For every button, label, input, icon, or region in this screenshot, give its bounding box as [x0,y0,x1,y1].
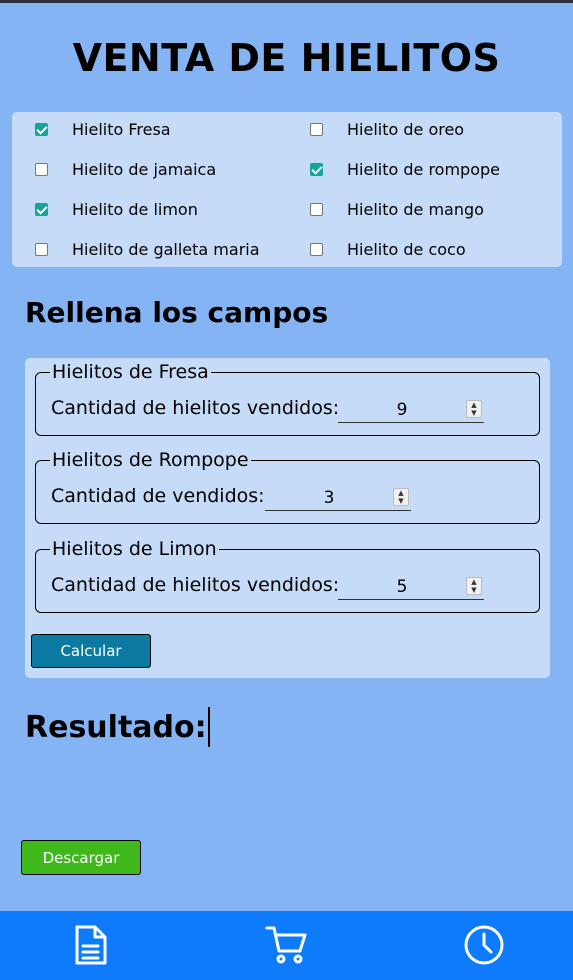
spinner-arrows-icon[interactable]: ▲ ▼ [466,400,482,418]
spinner-arrows-icon[interactable]: ▲ ▼ [466,577,482,595]
flavor-option-fresa[interactable]: Hielito Fresa [35,119,171,139]
flavor-option-galleta-maria[interactable]: Hielito de galleta maria [35,239,260,259]
checkbox[interactable] [35,162,48,176]
clock-icon[interactable] [462,923,506,967]
flavor-label: Hielito de galleta maria [72,239,260,259]
document-icon[interactable] [68,923,112,967]
checkbox[interactable] [35,242,48,256]
flavor-option-mango[interactable]: Hielito de mango [310,199,484,219]
form-section-title: Rellena los campos [25,296,329,329]
bottom-navigation [0,911,573,980]
window-top-border [0,0,573,3]
checkbox[interactable] [310,162,323,176]
quantity-value: 9 [396,400,408,420]
quantity-label: Cantidad de hielitos vendidos: [51,574,340,596]
text-caret [207,707,210,747]
download-button[interactable]: Descargar [21,840,141,875]
quantity-input-fresa[interactable]: 9 ▲ ▼ [338,397,484,423]
result-label: Resultado: [25,709,207,745]
quantity-label: Cantidad de hielitos vendidos: [51,397,340,419]
page-title: VENTA DE HIELITOS [72,36,501,80]
flavor-option-coco[interactable]: Hielito de coco [310,239,466,259]
flavor-label: Hielito de rompope [347,159,500,179]
quantity-input-limon[interactable]: 5 ▲ ▼ [338,574,484,600]
fieldset-legend: Hielitos de Fresa [50,361,211,383]
flavor-option-oreo[interactable]: Hielito de oreo [310,119,464,139]
flavor-checklist: Hielito Fresa Hielito de oreo Hielito de… [12,112,562,267]
checkbox[interactable] [310,202,323,216]
fieldset-rompope: Hielitos de Rompope Cantidad de vendidos… [35,449,540,524]
flavor-label: Hielito de mango [347,199,484,219]
sales-form: Hielitos de Fresa Cantidad de hielitos v… [25,358,550,678]
flavor-label: Hielito de limon [72,199,198,219]
quantity-label: Cantidad de vendidos: [51,485,265,507]
flavor-option-limon[interactable]: Hielito de limon [35,199,198,219]
quantity-input-rompope[interactable]: 3 ▲ ▼ [265,485,411,511]
flavor-label: Hielito de coco [347,239,466,259]
flavor-option-rompope[interactable]: Hielito de rompope [310,159,500,179]
fieldset-limon: Hielitos de Limon Cantidad de hielitos v… [35,538,540,613]
flavor-label: Hielito de oreo [347,119,465,139]
flavor-label: Hielito de jamaica [72,159,217,179]
cart-icon[interactable] [265,923,309,967]
checkbox[interactable] [310,122,323,136]
calculate-button[interactable]: Calcular [31,634,151,668]
fieldset-fresa: Hielitos de Fresa Cantidad de hielitos v… [35,361,540,436]
checkbox[interactable] [310,242,323,256]
fieldset-legend: Hielitos de Rompope [50,449,251,471]
flavor-option-jamaica[interactable]: Hielito de jamaica [35,159,216,179]
flavor-label: Hielito Fresa [72,119,171,139]
checkbox[interactable] [35,202,48,216]
quantity-value: 3 [323,488,335,508]
spinner-arrows-icon[interactable]: ▲ ▼ [393,488,409,506]
fieldset-legend: Hielitos de Limon [50,538,219,560]
quantity-value: 5 [396,577,408,597]
result-area[interactable]: Resultado: [25,707,210,747]
checkbox[interactable] [35,122,48,136]
